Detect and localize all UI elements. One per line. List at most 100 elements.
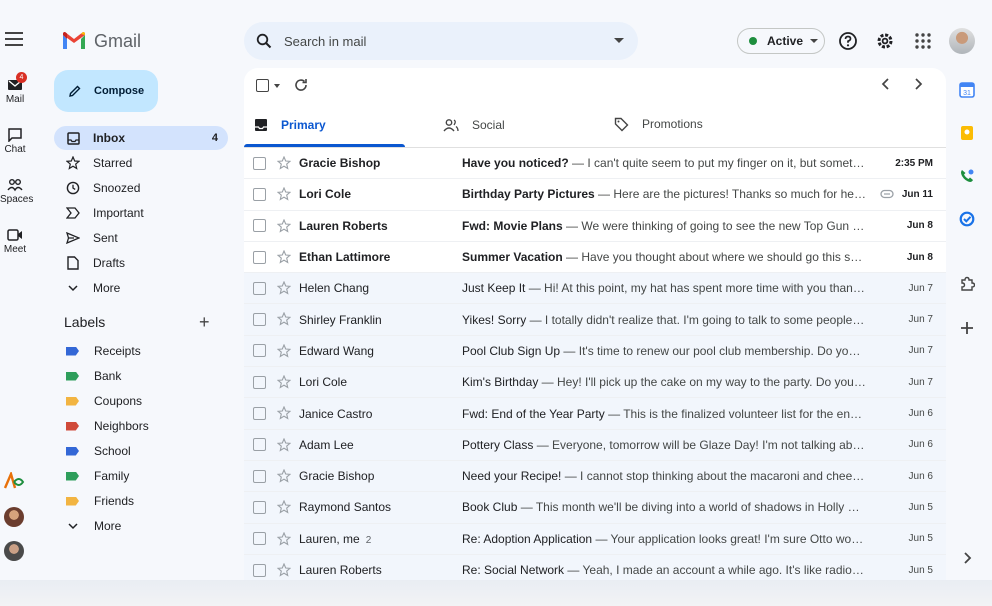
main-menu-icon[interactable] xyxy=(5,32,23,46)
search-options-icon[interactable] xyxy=(614,38,624,43)
search-bar[interactable]: Search in mail xyxy=(244,22,638,60)
email-row[interactable]: Lori Cole Kim's Birthday — Hey! I'll pick… xyxy=(244,367,946,399)
nav-item-drafts[interactable]: Drafts xyxy=(54,251,228,275)
row-checkbox[interactable] xyxy=(253,313,266,327)
email-row[interactable]: Lori Cole Birthday Party Pictures — Here … xyxy=(244,179,946,211)
compose-button[interactable]: Compose xyxy=(54,70,158,112)
search-input[interactable]: Search in mail xyxy=(284,34,366,49)
star-icon[interactable] xyxy=(277,281,291,295)
tab-primary[interactable]: Primary xyxy=(254,106,326,144)
email-snippet: — Hi! At this point, my hat has spent mo… xyxy=(525,281,866,296)
row-checkbox[interactable] xyxy=(253,500,266,514)
nav-item-starred[interactable]: Starred xyxy=(54,151,228,175)
tasks-icon[interactable] xyxy=(959,211,975,227)
add-label-icon[interactable]: + xyxy=(199,312,210,333)
app-rail: 4 Mail Chat Spaces Meet xyxy=(0,0,40,580)
chevron-right-icon[interactable] xyxy=(959,550,975,566)
row-checkbox[interactable] xyxy=(253,532,266,546)
send-icon xyxy=(66,231,80,245)
email-row[interactable]: Gracie Bishop Need your Recipe! — I canno… xyxy=(244,460,946,493)
nav-item-important[interactable]: Important xyxy=(54,201,228,225)
star-icon[interactable] xyxy=(277,375,291,389)
row-checkbox[interactable] xyxy=(253,344,266,358)
nav-item-inbox[interactable]: Inbox 4 xyxy=(54,126,228,150)
gear-icon[interactable] xyxy=(875,31,895,51)
row-checkbox[interactable] xyxy=(253,469,266,483)
email-row[interactable]: Helen Chang Just Keep It — Hi! At this po… xyxy=(244,273,946,305)
row-checkbox[interactable] xyxy=(253,375,266,389)
label-tag-icon xyxy=(66,396,79,406)
row-checkbox[interactable] xyxy=(253,281,266,295)
labels-heading: Labels xyxy=(64,314,106,330)
email-row[interactable]: Lauren Roberts Fwd: Movie Plans — We were… xyxy=(244,211,946,242)
label-item-family[interactable]: Family xyxy=(66,466,129,486)
email-row[interactable]: Lauren Roberts Re: Social Network — Yeah,… xyxy=(244,554,946,580)
row-checkbox[interactable] xyxy=(253,438,266,452)
gmail-logo[interactable]: Gmail xyxy=(62,30,141,52)
star-icon[interactable] xyxy=(277,218,291,233)
nav-item-more[interactable]: More xyxy=(54,276,228,300)
search-icon[interactable] xyxy=(256,33,272,49)
email-row[interactable]: Lauren, me 2 Re: Adoption Application — Yo… xyxy=(244,523,946,555)
star-icon[interactable] xyxy=(277,562,291,577)
sender-name: Edward Wang xyxy=(299,343,374,358)
star-icon[interactable] xyxy=(277,156,291,170)
label-item-friends[interactable]: Friends xyxy=(66,491,134,511)
star-icon[interactable] xyxy=(277,500,291,514)
addons-icon[interactable] xyxy=(959,276,975,292)
star-icon[interactable] xyxy=(277,187,291,201)
keep-icon[interactable] xyxy=(959,125,975,141)
email-row[interactable]: Gracie Bishop Have you noticed? — I can't… xyxy=(244,148,946,180)
contacts-icon[interactable] xyxy=(959,168,975,184)
add-icon[interactable] xyxy=(959,320,975,336)
apps-grid-icon[interactable] xyxy=(913,31,933,51)
refresh-icon[interactable] xyxy=(293,77,309,93)
row-checkbox[interactable] xyxy=(253,187,266,201)
star-icon[interactable] xyxy=(277,531,291,546)
email-row[interactable]: Adam Lee Pottery Class — Everyone, tomorr… xyxy=(244,429,946,461)
rail-item-mail[interactable]: 4 Mail xyxy=(0,72,30,105)
account-avatar[interactable] xyxy=(949,28,975,54)
app-logo-icon[interactable] xyxy=(3,472,25,490)
star-icon[interactable] xyxy=(277,343,291,358)
email-row[interactable]: Raymond Santos Book Club — This month we'… xyxy=(244,492,946,524)
label-item-bank[interactable]: Bank xyxy=(66,366,121,386)
label-item-neighbors[interactable]: Neighbors xyxy=(66,416,149,436)
help-icon[interactable] xyxy=(838,31,858,51)
star-icon[interactable] xyxy=(277,406,291,421)
attachment-icon[interactable] xyxy=(880,189,894,199)
label-item-receipts[interactable]: Receipts xyxy=(66,341,141,361)
nav-item-snoozed[interactable]: Snoozed xyxy=(54,176,228,200)
label-item-coupons[interactable]: Coupons xyxy=(66,391,142,411)
label-item-school[interactable]: School xyxy=(66,441,131,461)
rail-item-spaces[interactable]: Spaces xyxy=(0,178,33,205)
contact-avatar[interactable] xyxy=(4,541,24,561)
row-checkbox[interactable] xyxy=(253,407,266,421)
star-icon[interactable] xyxy=(277,312,291,327)
contact-avatar[interactable] xyxy=(4,507,24,527)
select-options-icon[interactable] xyxy=(274,84,280,88)
email-row[interactable]: Ethan Lattimore Summer Vacation — Have yo… xyxy=(244,242,946,274)
tab-promotions[interactable]: Promotions xyxy=(614,105,703,143)
rail-item-chat[interactable]: Chat xyxy=(0,128,30,155)
nav-item-sent[interactable]: Sent xyxy=(54,226,228,250)
email-row[interactable]: Edward Wang Pool Club Sign Up — It's time… xyxy=(244,335,946,368)
star-icon[interactable] xyxy=(277,249,291,264)
chevron-left-icon[interactable] xyxy=(880,77,892,91)
row-checkbox[interactable] xyxy=(253,250,266,264)
tab-social[interactable]: Social xyxy=(443,106,505,144)
status-selector[interactable]: Active xyxy=(737,28,825,54)
email-row[interactable]: Shirley Franklin Yikes! Sorry — I totally… xyxy=(244,304,946,336)
calendar-icon[interactable]: 31 xyxy=(959,82,975,98)
star-icon[interactable] xyxy=(277,437,291,452)
select-all-checkbox[interactable] xyxy=(256,79,269,92)
rail-item-meet[interactable]: Meet xyxy=(0,228,30,255)
email-row[interactable]: Janice Castro Fwd: End of the Year Party … xyxy=(244,398,946,430)
row-checkbox[interactable] xyxy=(253,563,266,577)
labels-more[interactable]: More xyxy=(66,516,121,536)
gmail-m-icon xyxy=(63,32,85,49)
row-checkbox[interactable] xyxy=(253,219,266,233)
row-checkbox[interactable] xyxy=(253,156,266,170)
chevron-right-icon[interactable] xyxy=(912,77,924,91)
star-icon[interactable] xyxy=(277,468,291,483)
